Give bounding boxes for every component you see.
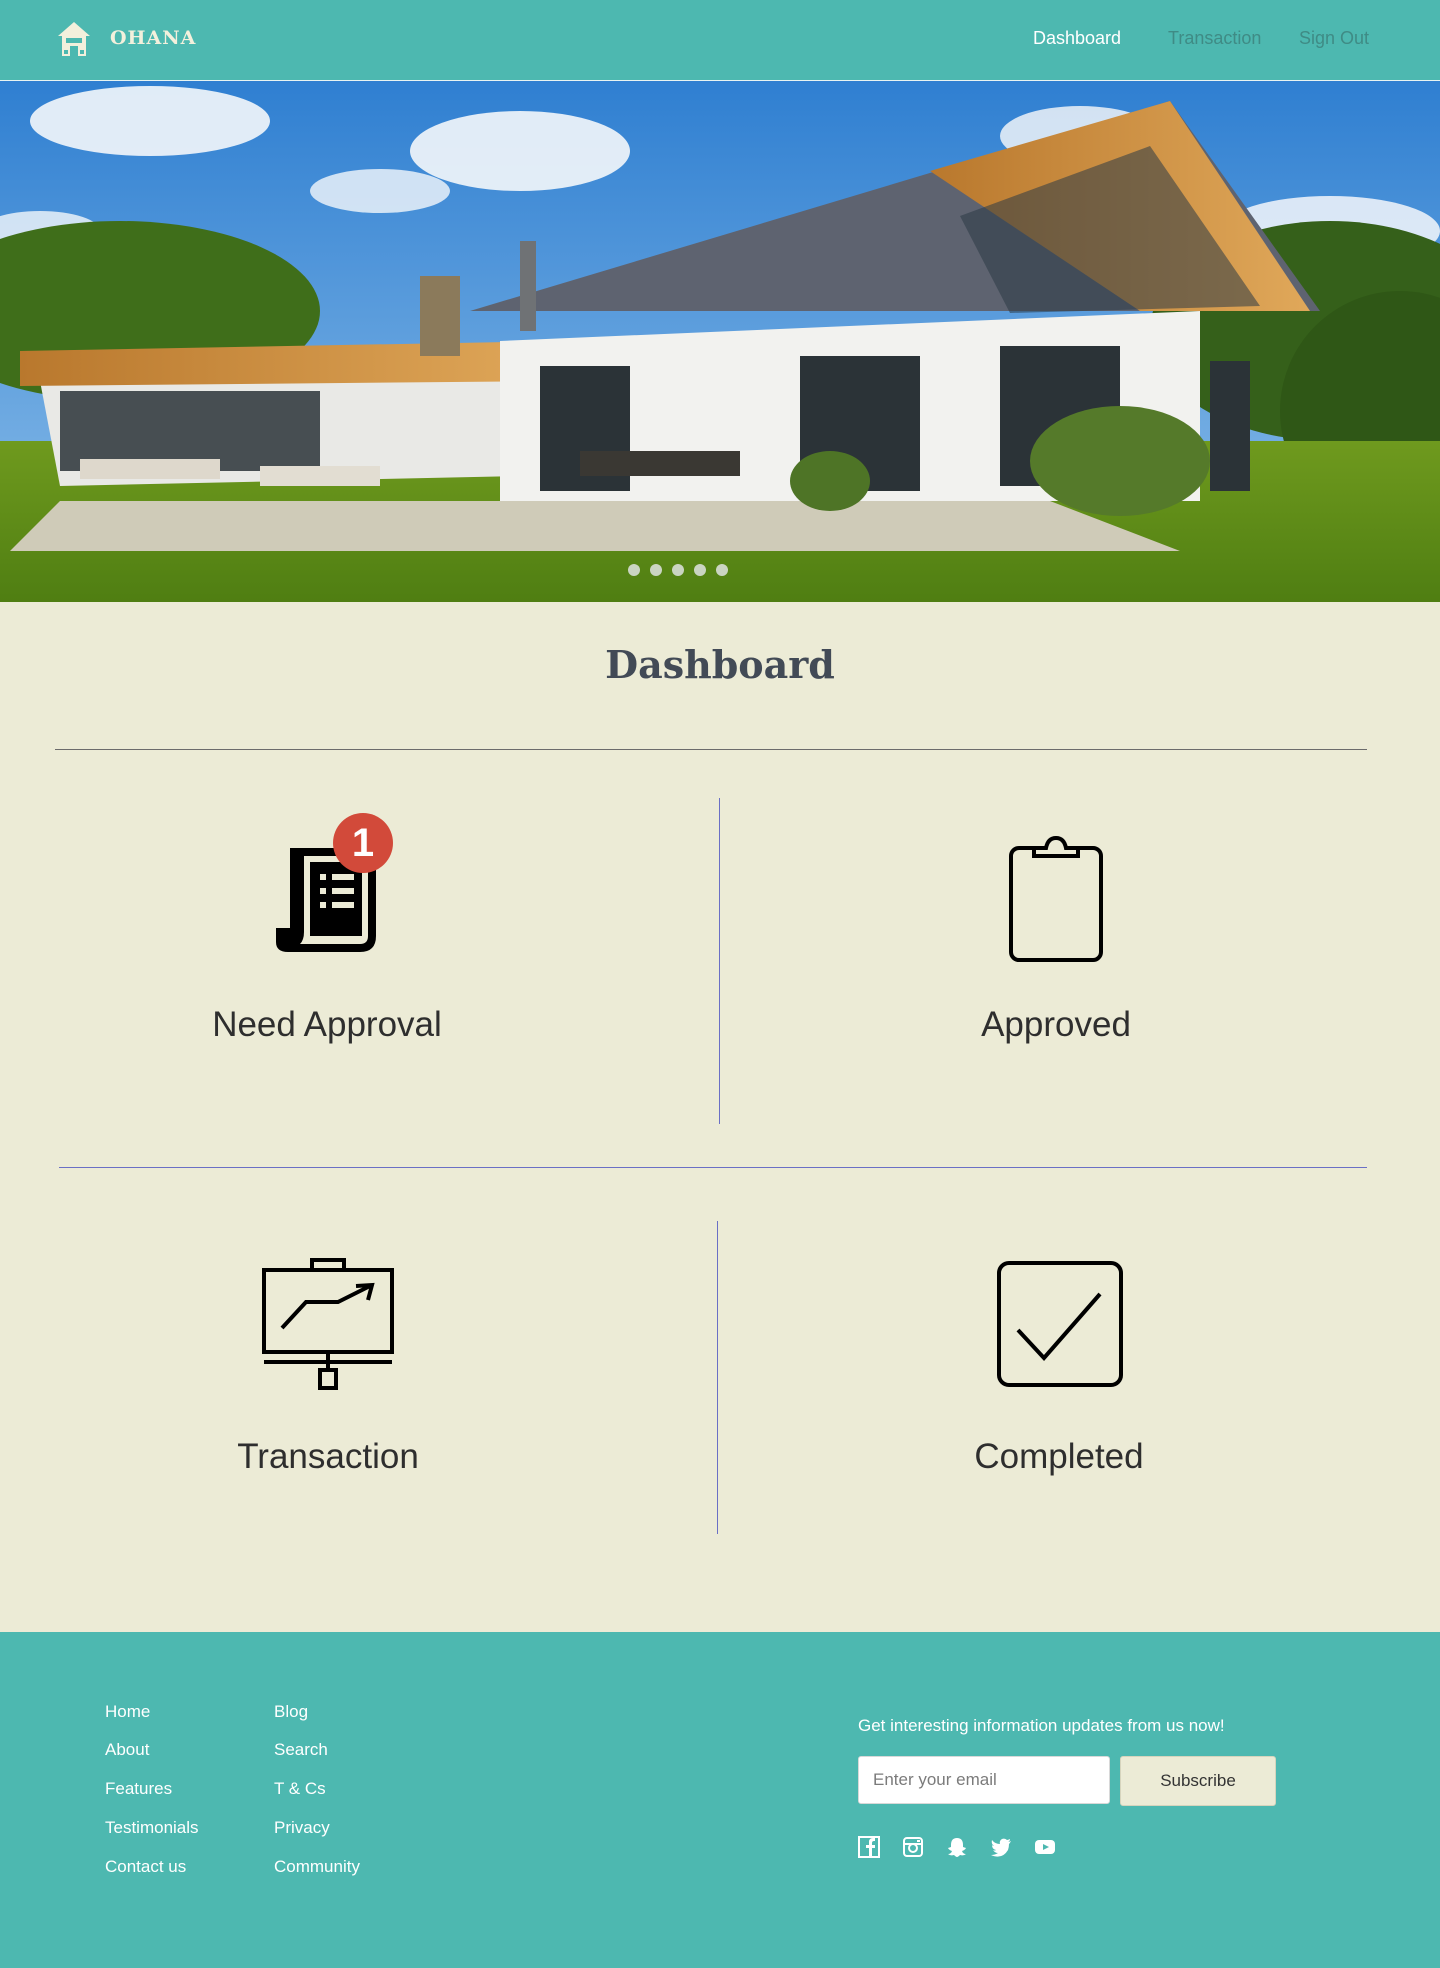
footer-link-terms[interactable]: T & Cs (274, 1779, 326, 1799)
top-navbar: OHANA Dashboard Transaction Sign Out (0, 0, 1440, 81)
carousel-dot[interactable] (650, 564, 662, 576)
page-title: Dashboard (605, 642, 835, 687)
email-input[interactable] (858, 1756, 1110, 1804)
carousel-dot[interactable] (628, 564, 640, 576)
facebook-icon[interactable] (858, 1836, 880, 1858)
carousel-dot[interactable] (694, 564, 706, 576)
footer-link-testimonials[interactable]: Testimonials (105, 1818, 199, 1838)
footer-link-home[interactable]: Home (105, 1702, 150, 1722)
nav-link-sign-out[interactable]: Sign Out (1299, 28, 1369, 49)
vertical-divider (717, 1221, 718, 1534)
carousel-dot[interactable] (672, 564, 684, 576)
divider (59, 1167, 1367, 1168)
footer-link-community[interactable]: Community (274, 1857, 360, 1877)
nav-link-transaction[interactable]: Transaction (1168, 28, 1261, 49)
footer-link-blog[interactable]: Blog (274, 1702, 308, 1722)
nav-link-dashboard[interactable]: Dashboard (1033, 28, 1121, 49)
footer-link-contact-us[interactable]: Contact us (105, 1857, 186, 1877)
youtube-icon[interactable] (1034, 1836, 1056, 1858)
footer-link-privacy[interactable]: Privacy (274, 1818, 330, 1838)
subscribe-button[interactable]: Subscribe (1120, 1756, 1276, 1806)
card-label-transaction: Transaction (237, 1437, 419, 1476)
clipboard-icon[interactable] (1008, 836, 1104, 964)
card-label-completed: Completed (974, 1437, 1144, 1476)
house-photo (0, 81, 1440, 602)
vertical-divider (719, 798, 720, 1124)
carousel-dot[interactable] (716, 564, 728, 576)
instagram-icon[interactable] (902, 1836, 924, 1858)
notification-badge: 1 (333, 813, 393, 873)
twitter-icon[interactable] (990, 1836, 1012, 1858)
newsletter-text: Get interesting information updates from… (858, 1716, 1225, 1735)
brand-name[interactable]: OHANA (110, 27, 196, 49)
hero-carousel (0, 81, 1440, 602)
footer-link-about[interactable]: About (105, 1740, 149, 1760)
card-label-need-approval: Need Approval (212, 1005, 442, 1044)
presentation-board-icon[interactable] (262, 1258, 394, 1390)
footer-link-features[interactable]: Features (105, 1779, 172, 1799)
divider (55, 749, 1367, 750)
card-label-approved: Approved (981, 1005, 1131, 1044)
snapchat-icon[interactable] (946, 1836, 968, 1858)
checkbox-checked-icon[interactable] (996, 1260, 1124, 1388)
footer-link-search[interactable]: Search (274, 1740, 328, 1760)
house-icon[interactable] (56, 20, 92, 60)
